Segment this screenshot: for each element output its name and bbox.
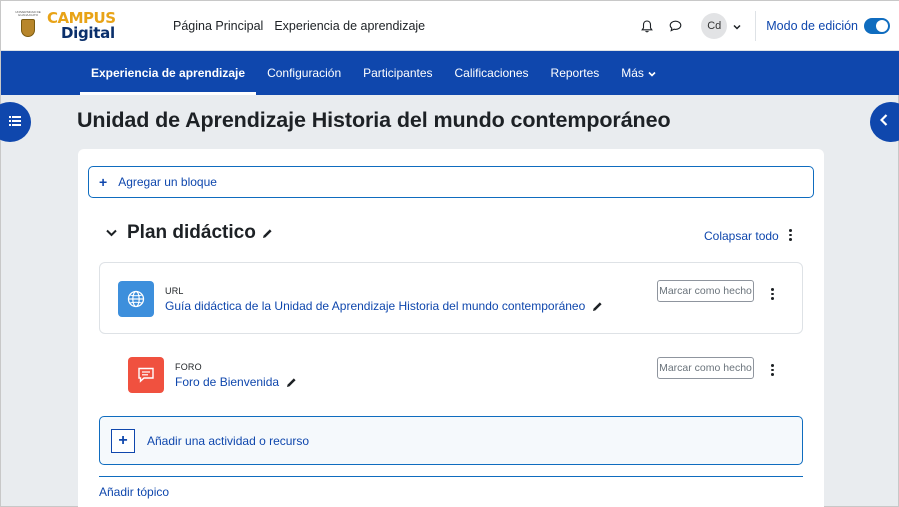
add-block-label: Agregar un bloque [118,175,217,189]
user-avatar[interactable]: Cd [701,13,728,39]
section-header: Plan didáctico [106,222,273,244]
chevron-left-icon [879,113,888,131]
bell-icon[interactable] [639,18,655,34]
tab-reports[interactable]: Reportes [540,51,611,95]
course-secondary-nav: Experiencia de aprendizaje Configuración… [1,51,899,95]
university-seal: UNIVERSIDAD DE GUANAJUATO [15,9,41,41]
site-logo[interactable]: UNIVERSIDAD DE GUANAJUATO CAMPUS Digital [15,8,147,44]
nav-link-home[interactable]: Página Principal [173,19,263,33]
pencil-icon[interactable] [262,228,273,239]
course-content: + Agregar un bloque Plan didáctico Colap… [78,149,824,507]
forum-icon [128,357,164,393]
add-activity-label: Añadir una actividad o recurso [147,433,310,448]
chevron-down-icon[interactable] [106,224,117,242]
mark-done-button[interactable]: Marcar como hecho [657,280,754,302]
brand-bottom-text: Digital [61,23,115,42]
globe-icon [118,281,154,317]
activity-forum: FORO Foro de Bienvenida Marcar como hech… [99,345,803,405]
course-index-toggle[interactable] [0,102,31,142]
activity-name: Guía didáctica de la Unidad de Aprendiza… [165,299,586,313]
plus-icon: + [99,174,108,190]
add-activity-button[interactable]: + Añadir una actividad o recurso [99,416,803,465]
divider [755,11,757,41]
tab-participants[interactable]: Participantes [352,51,443,95]
pencil-icon[interactable] [592,301,603,312]
chevron-down-icon[interactable] [733,17,741,35]
page-title: Unidad de Aprendizaje Historia del mundo… [77,108,671,132]
tab-more-label: Más [621,66,644,80]
edit-mode-toggle[interactable] [864,18,890,34]
add-topic-link[interactable]: Añadir tópico [99,485,169,499]
tab-grades[interactable]: Calificaciones [444,51,540,95]
block-drawer-toggle[interactable] [870,102,899,142]
shield-icon [21,18,35,37]
seal-text: UNIVERSIDAD DE GUANAJUATO [15,9,41,17]
chat-icon[interactable] [667,18,683,34]
activity-name: Foro de Bienvenida [175,375,280,389]
tab-settings[interactable]: Configuración [256,51,352,95]
activity-menu-icon[interactable] [767,288,777,301]
activity-type-label: URL [165,286,184,296]
section-title: Plan didáctico [127,222,256,243]
tab-more[interactable]: Más [610,51,667,95]
activity-link[interactable]: Guía didáctica de la Unidad de Aprendiza… [165,299,603,313]
activity-link[interactable]: Foro de Bienvenida [175,375,297,389]
list-icon [9,113,21,131]
tab-learning-experience[interactable]: Experiencia de aprendizaje [80,51,257,95]
plus-icon: + [111,428,135,453]
chevron-down-icon [648,66,656,80]
mark-done-button[interactable]: Marcar como hecho [657,357,754,379]
top-navbar: UNIVERSIDAD DE GUANAJUATO CAMPUS Digital… [1,1,899,51]
section-menu-icon[interactable] [785,229,795,242]
brand-wordmark: CAMPUS Digital [47,10,116,42]
activity-type-label: FORO [175,362,202,372]
add-block-button[interactable]: + Agregar un bloque [88,166,814,198]
section-divider [99,476,803,477]
pencil-icon[interactable] [286,377,297,388]
activity-url: URL Guía didáctica de la Unidad de Apren… [99,262,803,334]
collapse-all-link[interactable]: Colapsar todo [704,229,779,243]
activity-menu-icon[interactable] [767,364,777,377]
nav-link-learning[interactable]: Experiencia de aprendizaje [274,19,425,33]
edit-mode-label: Modo de edición [766,19,858,33]
